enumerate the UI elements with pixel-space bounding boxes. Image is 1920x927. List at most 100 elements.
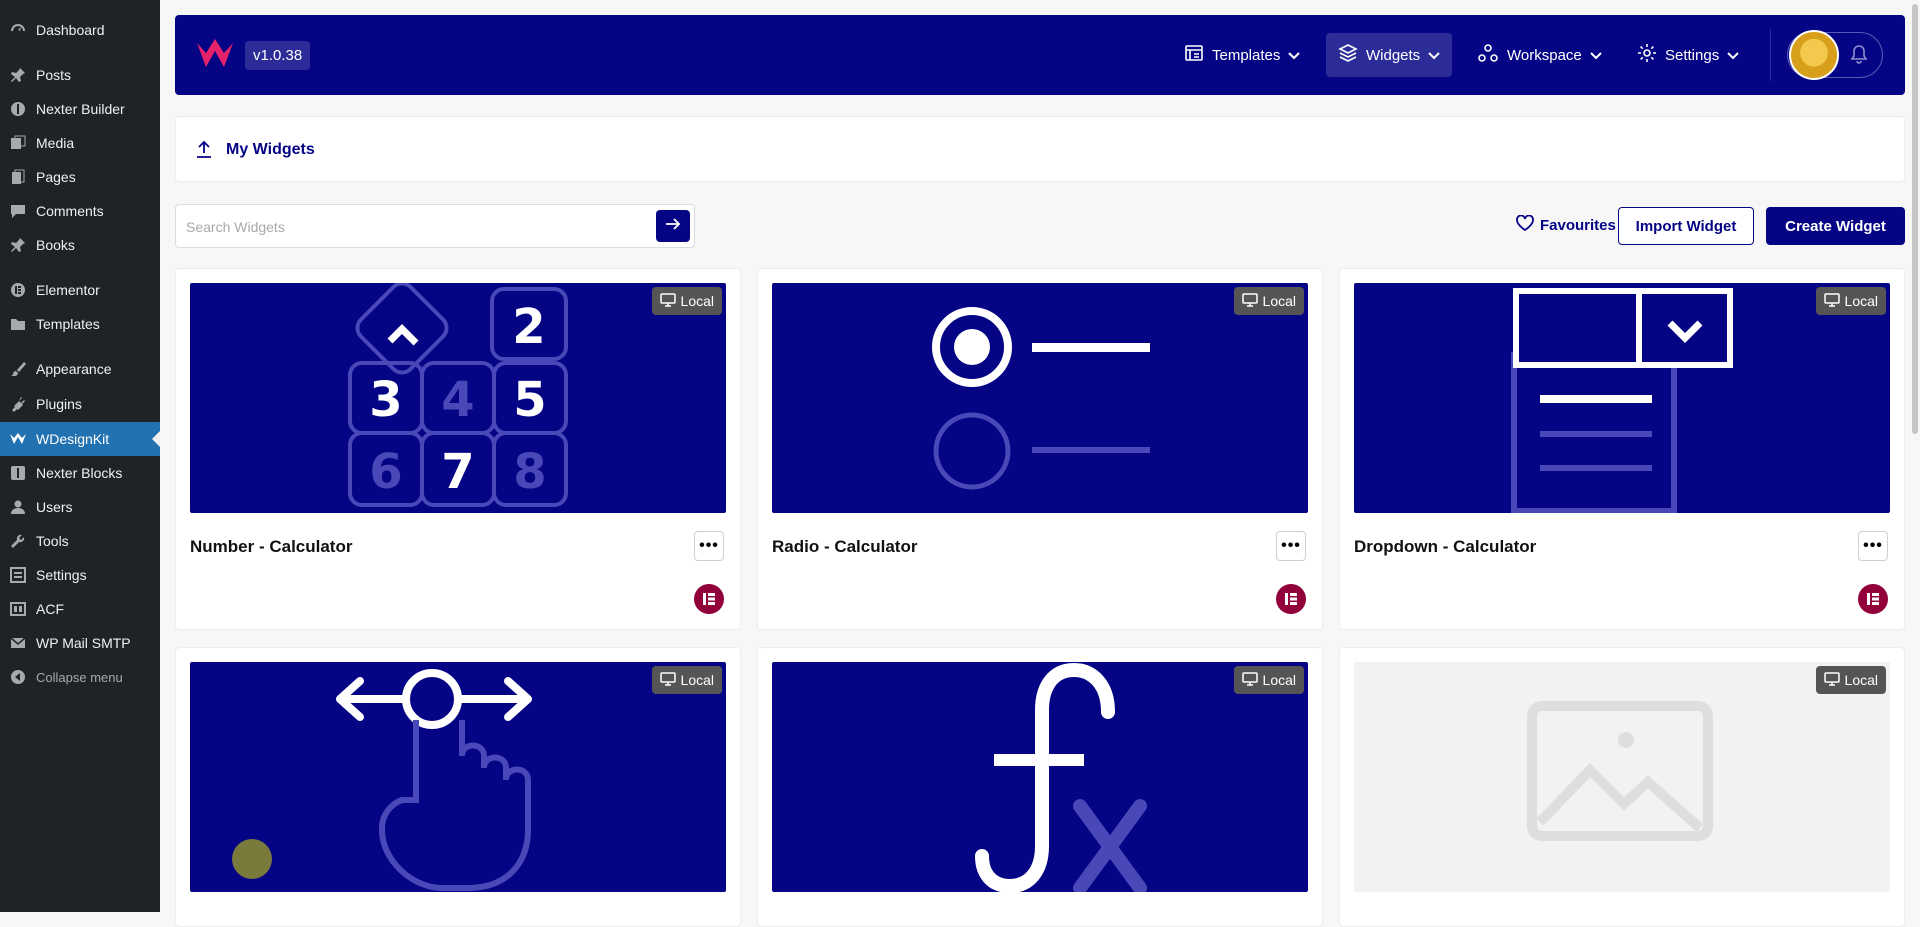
favourites-button[interactable]: Favourites <box>1516 214 1616 235</box>
brush-icon <box>0 361 36 377</box>
avatar[interactable] <box>1789 30 1839 80</box>
sidebar-item-acf[interactable]: ACF <box>0 592 160 626</box>
badge-label: Local <box>1844 672 1878 688</box>
widget-card[interactable]: Local Radio - Calculator ••• <box>757 268 1323 630</box>
sidebar-item-tools[interactable]: Tools <box>0 524 160 558</box>
sidebar-item-label: Nexter Builder <box>36 101 125 117</box>
nav-label: Workspace <box>1507 46 1582 64</box>
nav-settings[interactable]: Settings <box>1625 33 1751 77</box>
templates-icon <box>1184 43 1204 67</box>
monitor-icon <box>1241 292 1258 310</box>
nav-workspace[interactable]: Workspace <box>1465 33 1614 77</box>
sidebar-item-label: Media <box>36 135 75 151</box>
search-input[interactable] <box>186 215 626 239</box>
monitor-icon <box>1241 671 1258 689</box>
more-options-button[interactable]: ••• <box>1276 531 1306 561</box>
sidebar-item-label: Comments <box>36 203 104 219</box>
more-options-button[interactable]: ••• <box>694 531 724 561</box>
widget-thumbnail: Local <box>190 662 726 892</box>
nav-templates[interactable]: Templates <box>1172 33 1312 77</box>
folder-icon <box>0 316 36 332</box>
mail-icon <box>0 635 36 651</box>
local-badge: Local <box>1815 666 1886 694</box>
svg-text:3: 3 <box>369 372 402 428</box>
search-box <box>175 204 695 248</box>
function-illustration <box>975 662 1147 892</box>
sidebar-item-posts[interactable]: Posts <box>0 58 160 92</box>
elementor-icon <box>1276 584 1306 614</box>
search-submit-button[interactable] <box>656 210 690 242</box>
bell-icon[interactable] <box>1850 44 1868 69</box>
favourites-label: Favourites <box>1540 216 1616 234</box>
heart-icon <box>1516 214 1534 235</box>
create-widget-button[interactable]: Create Widget <box>1766 207 1905 245</box>
badge-label: Local <box>1262 293 1296 309</box>
widget-card[interactable]: Local <box>175 647 741 927</box>
badge-label: Local <box>1262 672 1296 688</box>
chevron-down-icon <box>1428 47 1440 64</box>
sidebar-item-templates[interactable]: Templates <box>0 307 160 341</box>
sidebar-item-label: Elementor <box>36 282 100 298</box>
sidebar-item-dashboard[interactable]: Dashboard <box>0 13 160 47</box>
collapse-icon <box>0 669 36 685</box>
dropdown-illustration <box>1511 288 1733 513</box>
collapse-menu-button[interactable]: Collapse menu <box>0 660 160 694</box>
widget-card[interactable]: 2 3 4 5 6 7 8 Local Number - Calculator … <box>175 268 741 630</box>
nav-label: Widgets <box>1366 46 1421 64</box>
sidebar-item-settings[interactable]: Settings <box>0 558 160 592</box>
sidebar-item-media[interactable]: Media <box>0 126 160 160</box>
sidebar-item-wp-mail-smtp[interactable]: WP Mail SMTP <box>0 626 160 660</box>
widget-thumbnail: 2 3 4 5 6 7 8 Local <box>190 283 726 513</box>
elementor-icon <box>1858 584 1888 614</box>
sidebar-item-label: Posts <box>36 67 72 83</box>
image-placeholder-icon <box>1527 701 1713 841</box>
pin-icon <box>0 67 36 83</box>
sidebar-item-elementor[interactable]: Elementor <box>0 273 160 307</box>
sidebar-item-label: Collapse menu <box>36 669 123 685</box>
sidebar-item-pages[interactable]: Pages <box>0 160 160 194</box>
wp-admin-sidebar: Dashboard Posts Nexter Builder Media Pag… <box>0 0 160 912</box>
svg-text:7: 7 <box>441 444 474 500</box>
widget-name: Dropdown - Calculator <box>1354 537 1537 556</box>
sidebar-item-label: WDesignKit <box>36 431 110 447</box>
dashboard-icon <box>0 22 36 38</box>
nav-widgets[interactable]: Widgets <box>1326 33 1453 77</box>
svg-text:6: 6 <box>369 444 402 500</box>
widget-card[interactable]: Local <box>1339 647 1905 927</box>
sidebar-item-nexter-blocks[interactable]: Nexter Blocks <box>0 456 160 490</box>
widget-card[interactable]: Local <box>757 647 1323 927</box>
more-options-button[interactable]: ••• <box>1858 531 1888 561</box>
badge-label: Local <box>680 293 714 309</box>
sidebar-item-nexter-builder[interactable]: Nexter Builder <box>0 92 160 126</box>
wrench-icon <box>0 533 36 549</box>
page-scrollbar[interactable] <box>1912 4 1918 434</box>
elementor-icon <box>694 584 724 614</box>
widget-name: Number - Calculator <box>190 537 353 556</box>
layers-icon <box>1338 43 1358 67</box>
sidebar-item-users[interactable]: Users <box>0 490 160 524</box>
nexter-icon <box>0 101 36 117</box>
radio-illustration <box>932 307 1150 490</box>
sidebar-item-books[interactable]: Books <box>0 228 160 262</box>
sidebar-item-label: Appearance <box>36 361 112 377</box>
number-keypad-illustration: 2 3 4 5 6 7 8 <box>348 283 568 507</box>
sidebar-item-label: Nexter Blocks <box>36 465 123 481</box>
sidebar-item-comments[interactable]: Comments <box>0 194 160 228</box>
widget-card[interactable]: Local Dropdown - Calculator ••• <box>1339 268 1905 630</box>
svg-text:4: 4 <box>441 372 474 428</box>
gear-icon <box>1637 43 1657 67</box>
sidebar-item-wdesignkit[interactable]: WDesignKit <box>0 422 160 456</box>
import-widget-button[interactable]: Import Widget <box>1618 207 1754 245</box>
sidebar-item-label: Templates <box>36 316 100 332</box>
sidebar-item-appearance[interactable]: Appearance <box>0 352 160 386</box>
chevron-down-icon <box>1727 47 1739 64</box>
wdesignkit-logo-icon[interactable] <box>195 37 239 76</box>
sidebar-item-plugins[interactable]: Plugins <box>0 387 160 421</box>
arrow-right-icon <box>665 217 681 236</box>
sidebar-item-label: Dashboard <box>36 22 105 38</box>
nav-label: Settings <box>1665 46 1720 64</box>
workspace-icon <box>1477 43 1499 67</box>
slider-illustration <box>232 669 532 891</box>
widget-thumbnail: Local <box>772 662 1308 892</box>
upload-icon <box>194 139 214 164</box>
